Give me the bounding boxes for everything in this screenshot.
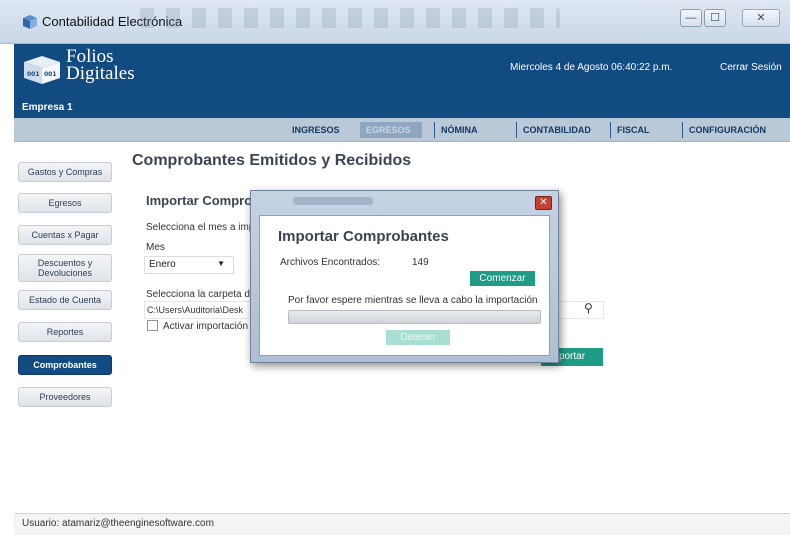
modal-close-button[interactable]: ✕ <box>535 196 552 210</box>
svg-text:001: 001 <box>44 71 57 78</box>
sidebar-item-comprobantes[interactable]: Comprobantes <box>18 355 112 375</box>
svg-text:001: 001 <box>27 71 40 78</box>
status-user: Usuario: atamariz@theenginesoftware.com <box>22 518 214 529</box>
sidebar-item-reportes[interactable]: Reportes <box>18 322 112 342</box>
section-title: Importar Comprob <box>146 193 261 208</box>
month-prompt: Selecciona el mes a impo <box>146 222 260 233</box>
files-found-label: Archivos Encontrados: <box>280 257 381 268</box>
start-button[interactable]: Comenzar <box>470 271 535 286</box>
close-window-button[interactable]: ✕ <box>742 9 780 27</box>
sidebar-item-cuentas-pagar[interactable]: Cuentas x Pagar <box>18 225 112 245</box>
wait-message: Por favor espere mientras se lleva a cab… <box>288 295 538 306</box>
stop-button[interactable]: Detener <box>386 330 450 345</box>
import-progress-bar <box>288 310 541 324</box>
nav-egresos[interactable]: EGRESOS <box>360 122 422 138</box>
month-select[interactable]: Enero ▼ <box>144 256 234 274</box>
nav-nomina[interactable]: NÓMINA <box>434 122 478 138</box>
modal-body: Importar Comprobantes Archivos Encontrad… <box>259 215 550 356</box>
sidebar-item-gastos-compras[interactable]: Gastos y Compras <box>18 162 112 182</box>
page-title: Comprobantes Emitidos y Recibidos <box>132 152 412 169</box>
logo-line-2: Digitales <box>66 63 135 84</box>
modal-heading: Importar Comprobantes <box>278 228 449 245</box>
chevron-down-icon: ▼ <box>217 259 225 268</box>
maximize-button[interactable]: ☐ <box>704 9 726 27</box>
sidebar-item-estado-cuenta[interactable]: Estado de Cuenta <box>18 290 112 310</box>
app-header: 001 001 Folios Digitales Empresa 1 Mierc… <box>14 44 790 118</box>
main-nav: INGRESOS EGRESOS NÓMINA CONTABILIDAD FIS… <box>14 118 790 142</box>
month-select-value: Enero <box>149 259 176 270</box>
company-name: Empresa 1 <box>22 102 73 113</box>
files-found-value: 149 <box>412 257 429 268</box>
sidebar-item-proveedores[interactable]: Proveedores <box>18 387 112 407</box>
logout-link[interactable]: Cerrar Sesión <box>720 62 782 73</box>
month-label: Mes <box>146 242 165 253</box>
logo-text: Folios Digitales <box>66 47 135 84</box>
sidebar-item-descuentos-devoluciones[interactable]: Descuentos y Devoluciones <box>18 254 112 282</box>
minimize-button[interactable]: — <box>680 9 702 27</box>
search-icon[interactable]: ⚲ <box>584 301 593 315</box>
app-icon <box>23 15 37 29</box>
auto-import-label: Activar importación a <box>163 321 257 332</box>
modal-titlebar <box>293 197 373 205</box>
faded-toolbar <box>140 8 560 28</box>
current-datetime: Miercoles 4 de Agosto 06:40:22 p.m. <box>510 62 673 73</box>
sidebar-item-egresos[interactable]: Egresos <box>18 193 112 213</box>
folder-prompt: Selecciona la carpeta do <box>146 289 256 300</box>
import-modal: ✕ Importar Comprobantes Archivos Encontr… <box>250 190 559 363</box>
nav-ingresos[interactable]: INGRESOS <box>286 122 340 138</box>
auto-import-checkbox[interactable] <box>147 320 158 331</box>
nav-configuracion[interactable]: CONFIGURACIÓN <box>682 122 766 138</box>
nav-fiscal[interactable]: FISCAL <box>610 122 650 138</box>
window-titlebar: Contabilidad Electrónica — ☐ ✕ <box>0 0 790 44</box>
nav-contabilidad[interactable]: CONTABILIDAD <box>516 122 591 138</box>
folios-digitales-logo-icon: 001 001 <box>24 56 60 84</box>
